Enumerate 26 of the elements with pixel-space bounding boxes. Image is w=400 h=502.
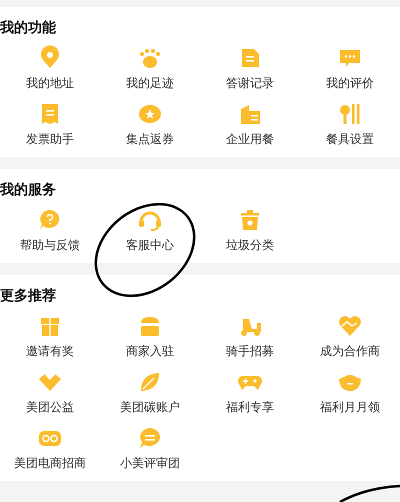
menu-item-label[interactable]: 福利专享 <box>226 399 274 415</box>
menu-item-label[interactable]: 成为合作商 <box>320 343 380 359</box>
menu-item-label[interactable]: 小美评审团 <box>120 455 180 471</box>
section-title: 我的功能 <box>0 19 57 37</box>
ink-arc-drawing <box>339 484 400 502</box>
section-title: 更多推荐 <box>0 287 57 305</box>
menu-item-label[interactable]: 美团公益 <box>26 399 74 415</box>
menu-item-label[interactable]: 我的足迹 <box>126 75 174 91</box>
menu-item-label[interactable]: 美团碳账户 <box>120 399 180 415</box>
menu-item-label[interactable]: 餐具设置 <box>326 131 374 147</box>
menu-item-label[interactable]: 答谢记录 <box>226 75 274 91</box>
menu-item-label[interactable]: 帮助与反馈 <box>20 237 80 253</box>
section-title: 我的服务 <box>0 181 57 199</box>
menu-item-label[interactable]: 垃圾分类 <box>226 237 274 253</box>
menu-item-label[interactable]: 福利月月领 <box>320 399 380 415</box>
menu-item-label[interactable]: 客服中心 <box>126 237 174 253</box>
menu-item-label[interactable]: 我的地址 <box>26 75 74 91</box>
menu-item-label[interactable]: 集点返券 <box>126 131 174 147</box>
menu-item-label[interactable]: 我的评价 <box>326 75 374 91</box>
menu-item-label[interactable]: 骑手招募 <box>226 343 274 359</box>
menu-item-label[interactable]: 美团电商招商 <box>14 455 86 471</box>
menu-item-label[interactable]: 企业用餐 <box>226 131 274 147</box>
menu-item-label[interactable]: 商家入驻 <box>126 343 174 359</box>
menu-item-label[interactable]: 发票助手 <box>26 131 74 147</box>
comment-bubble-icon[interactable] <box>137 425 163 451</box>
menu-item-label[interactable]: 邀请有奖 <box>26 343 74 359</box>
